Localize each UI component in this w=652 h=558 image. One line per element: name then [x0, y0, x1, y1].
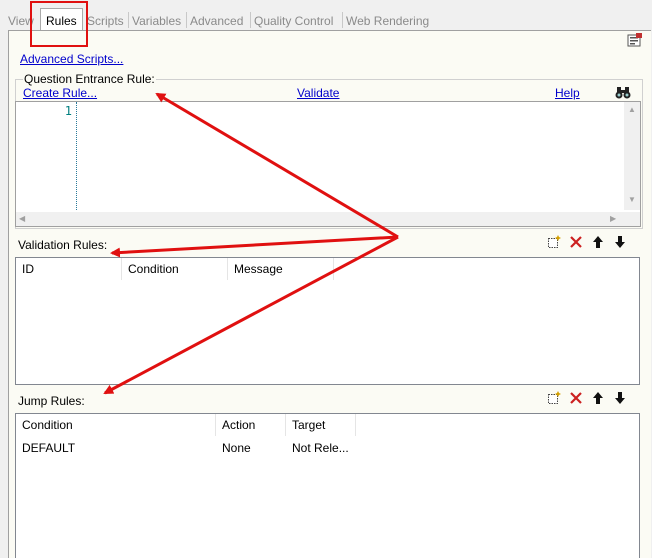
tab-bar: View Rules Scripts Variables Advanced Qu… [0, 0, 652, 31]
column-header-condition[interactable]: Condition [122, 258, 228, 280]
scroll-down-arrow-icon[interactable]: ▼ [628, 196, 636, 204]
advanced-scripts-link[interactable]: Advanced Scripts... [20, 52, 123, 66]
column-header-id[interactable]: ID [16, 258, 122, 280]
line-number-gutter: 1 [34, 102, 76, 210]
gutter-divider [76, 102, 77, 210]
column-header-action[interactable]: Action [216, 414, 286, 436]
entrance-rule-title: Question Entrance Rule: [23, 72, 156, 86]
move-jump-down-icon[interactable] [612, 390, 628, 406]
validation-rules-title: Validation Rules: [18, 238, 108, 252]
tab-quality-control[interactable]: Quality Control [249, 12, 333, 30]
column-header-message[interactable]: Message [228, 258, 334, 280]
column-header-condition[interactable]: Condition [16, 414, 216, 436]
table-row[interactable]: DEFAULT None Not Rele... [16, 436, 639, 458]
entrance-rule-editor[interactable]: 1 ▲ ▼ ◀ ▶ [15, 101, 641, 227]
delete-validation-rule-icon[interactable] [568, 234, 584, 250]
scroll-up-arrow-icon[interactable]: ▲ [628, 106, 636, 114]
move-validation-down-icon[interactable] [612, 234, 628, 250]
annotation-highlight-box [30, 1, 88, 47]
tab-advanced[interactable]: Advanced [185, 12, 243, 30]
export-icon[interactable] [627, 33, 643, 47]
jump-rules-list[interactable]: Condition Action Target DEFAULT None Not… [15, 413, 640, 558]
row-target: Not Rele... [292, 441, 349, 455]
row-condition: DEFAULT [22, 441, 76, 455]
help-link[interactable]: Help [555, 86, 580, 100]
tab-scripts[interactable]: Scripts [87, 12, 124, 30]
move-jump-up-icon[interactable] [590, 390, 606, 406]
scroll-right-arrow-icon[interactable]: ▶ [610, 215, 616, 223]
editor-horizontal-scrollbar[interactable]: ◀ ▶ [16, 212, 624, 226]
new-validation-rule-icon[interactable] [546, 234, 562, 250]
validate-link[interactable]: Validate [297, 86, 339, 100]
create-rule-link[interactable]: Create Rule... [23, 86, 97, 100]
delete-jump-rule-icon[interactable] [568, 390, 584, 406]
find-binoculars-icon[interactable] [615, 86, 631, 100]
new-jump-rule-icon[interactable] [546, 390, 562, 406]
scrollbar-corner [624, 212, 640, 226]
tab-variables[interactable]: Variables [127, 12, 181, 30]
editor-vertical-scrollbar[interactable]: ▲ ▼ [624, 102, 640, 210]
line-number: 1 [64, 104, 72, 118]
rules-panel: Advanced Scripts... Question Entrance Ru… [8, 30, 651, 558]
jump-rules-title: Jump Rules: [18, 394, 85, 408]
row-action: None [222, 441, 251, 455]
column-header-target[interactable]: Target [286, 414, 356, 436]
tab-web-rendering[interactable]: Web Rendering [341, 12, 429, 30]
validation-rules-list[interactable]: ID Condition Message [15, 257, 640, 385]
scroll-left-arrow-icon[interactable]: ◀ [19, 215, 25, 223]
move-validation-up-icon[interactable] [590, 234, 606, 250]
